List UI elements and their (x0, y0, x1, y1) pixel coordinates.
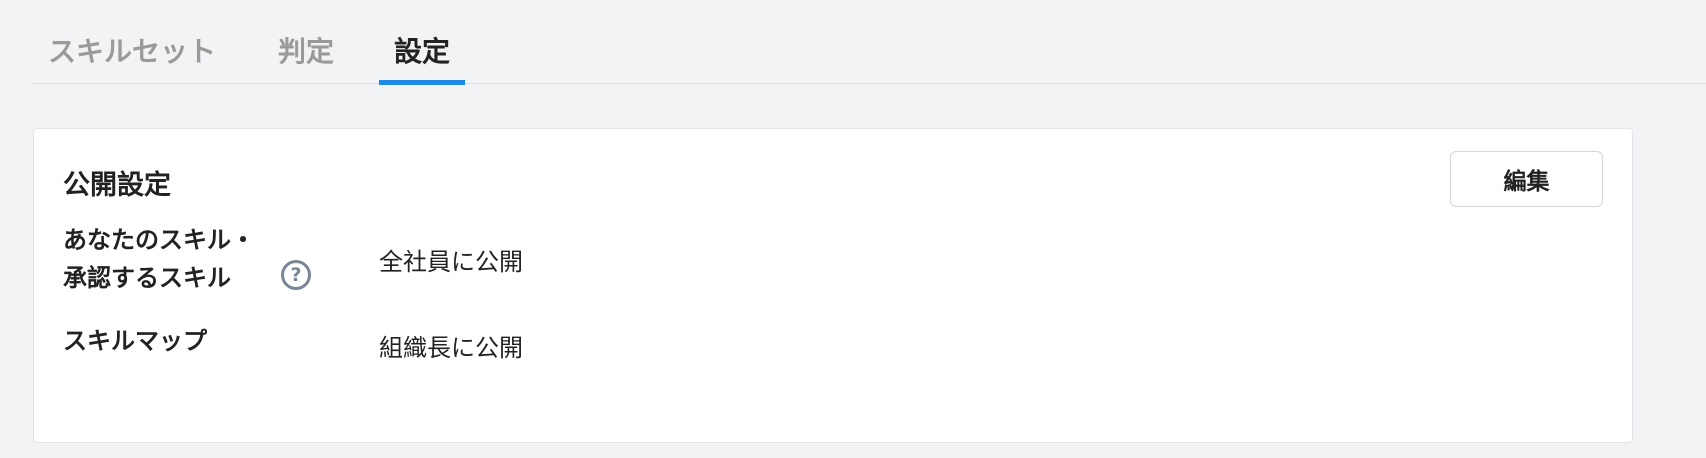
tab-judgement[interactable]: 判定 (278, 30, 334, 70)
card-title: 公開設定 (63, 170, 171, 201)
question-circle-icon[interactable]: ? (281, 260, 311, 290)
visibility-settings-card: 公開設定 編集 あなたのスキル・ 承認するスキル ? 全社員に公開 スキルマップ… (33, 128, 1633, 443)
row-label-skills: あなたのスキル・ 承認するスキル (63, 221, 255, 297)
tab-skillset[interactable]: スキルセット (48, 30, 216, 70)
edit-button[interactable]: 編集 (1450, 151, 1603, 207)
row-label-skillmap: スキルマップ (63, 322, 207, 360)
active-tab-indicator (379, 80, 465, 85)
row-label-line: 承認するスキル (63, 264, 231, 292)
row-label-line: スキルマップ (63, 327, 207, 355)
row-value-skills: 全社員に公開 (379, 248, 523, 276)
row-value-skillmap: 組織長に公開 (379, 334, 523, 362)
row-label-line: あなたのスキル・ (63, 226, 255, 254)
tab-bar: スキルセット 判定 設定 (33, 0, 1706, 84)
tab-settings[interactable]: 設定 (394, 30, 450, 70)
